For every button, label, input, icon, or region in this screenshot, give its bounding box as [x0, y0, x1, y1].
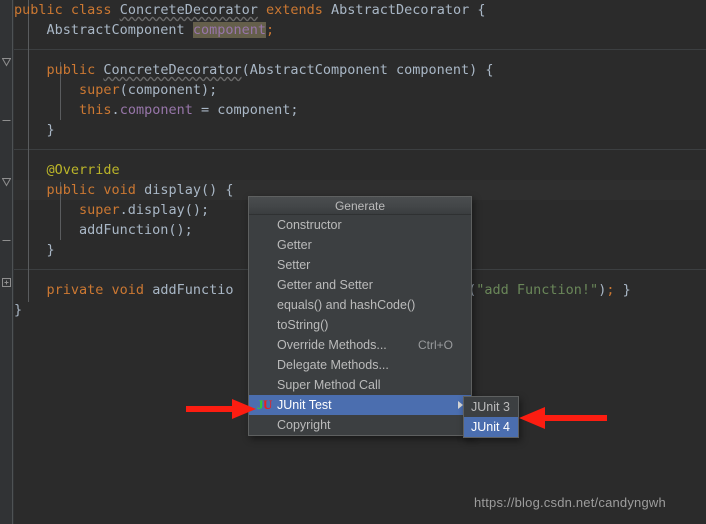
watermark-text: https://blog.csdn.net/candyngwh [474, 495, 666, 510]
red-arrow-right [519, 407, 607, 429]
generate-menu-item-label: Constructor [277, 218, 342, 232]
generate-menu-item-label: Getter and Setter [277, 278, 373, 292]
junit-submenu-item-label: JUnit 3 [471, 400, 510, 414]
generate-menu-item-label: JUnit Test [277, 398, 332, 412]
generate-menu-item-copyright[interactable]: Copyright [249, 415, 471, 435]
junit-submenu-items[interactable]: JUnit 3 JUnit 4 [464, 397, 518, 437]
generate-menu-item-override-methods[interactable]: Override Methods... Ctrl+O [249, 335, 471, 355]
generate-menu-item-junit-test[interactable]: J U JUnit Test [249, 395, 471, 415]
generate-menu-item-label: Override Methods... [277, 338, 387, 352]
generate-menu-item-setter[interactable]: Setter [249, 255, 471, 275]
junit-submenu-item-junit-4[interactable]: JUnit 4 [464, 417, 518, 437]
generate-menu-item-delegate-methods[interactable]: Delegate Methods... [249, 355, 471, 375]
generate-menu-item-label: Setter [277, 258, 311, 272]
generate-menu-items[interactable]: Constructor Getter Setter Getter and Setter… [249, 215, 471, 435]
generate-menu-item-super-method-call[interactable]: Super Method Call [249, 375, 471, 395]
generate-popup-menu[interactable]: Generate Constructor Getter Setter Getter a… [248, 196, 472, 436]
generate-menu-item-label: Copyright [277, 418, 331, 432]
generate-menu-title: Generate [249, 197, 471, 215]
generate-menu-item-label: Getter [277, 238, 312, 252]
generate-menu-item-tostring[interactable]: toString() [249, 315, 471, 335]
generate-menu-item-constructor[interactable]: Constructor [249, 215, 471, 235]
generate-menu-item-shortcut: Ctrl+O [417, 338, 453, 352]
junit-icon: JU [257, 398, 272, 412]
code-token: } [614, 282, 631, 298]
junit-submenu-item-label: JUnit 4 [471, 420, 510, 434]
generate-menu-item-getter-and-setter[interactable]: Getter and Setter [249, 275, 471, 295]
code-line-tail: n("add Function!"); } [460, 280, 631, 300]
junit-submenu[interactable]: JUnit 3 JUnit 4 [463, 396, 519, 438]
generate-menu-item-label: toString() [277, 318, 329, 332]
junit-icon-u: U [263, 397, 273, 412]
generate-menu-item-getter[interactable]: Getter [249, 235, 471, 255]
code-token: "add Function!" [476, 282, 599, 298]
generate-menu-item-label: Super Method Call [277, 378, 381, 392]
generate-menu-item-label: equals() and hashCode() [277, 298, 416, 312]
generate-menu-item-label: Delegate Methods... [277, 358, 389, 372]
junit-submenu-item-junit-3[interactable]: JUnit 3 [464, 397, 518, 417]
red-arrow-left [186, 399, 256, 419]
generate-menu-item-equals-and-hashcode[interactable]: equals() and hashCode() [249, 295, 471, 315]
